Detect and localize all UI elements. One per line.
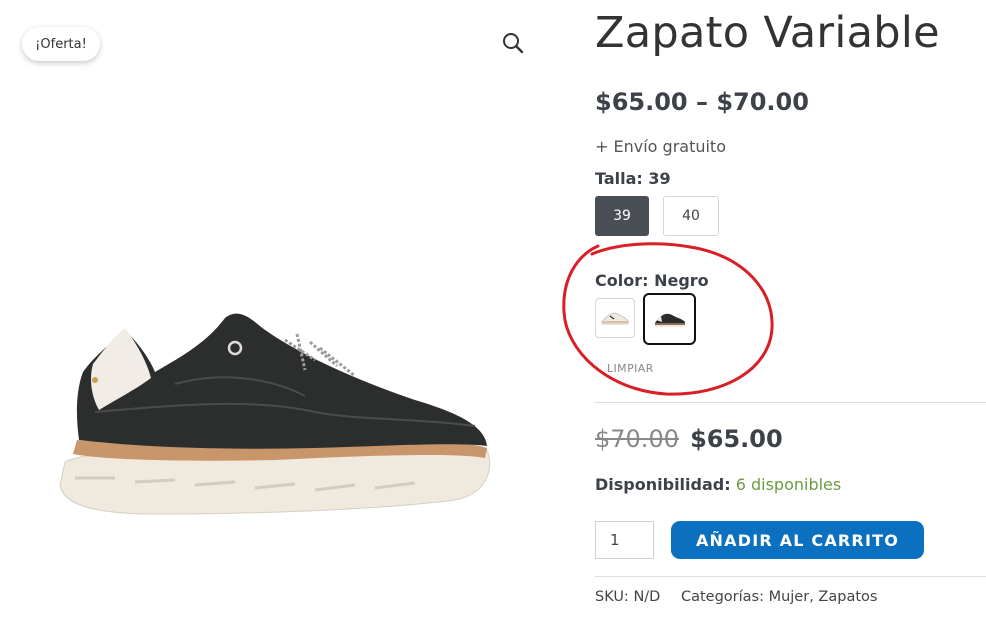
categories-block: Categorías: Mujer, Zapatos [681, 589, 878, 605]
color-attribute-label: Color: Negro [595, 271, 709, 290]
product-title: Zapato Variable [595, 8, 940, 58]
availability-label: Disponibilidad: [595, 475, 731, 494]
black-shoe-thumbnail-icon [654, 313, 685, 327]
size-option-40[interactable]: 40 [663, 196, 719, 236]
color-swatch-black[interactable] [643, 293, 696, 345]
quantity-input[interactable] [595, 521, 654, 559]
size-label-prefix: Talla: [595, 169, 643, 188]
divider [595, 402, 986, 403]
size-attribute-label: Talla: 39 [595, 169, 671, 188]
free-shipping-note: + Envío gratuito [595, 137, 726, 156]
category-link-mujer[interactable]: Mujer [769, 589, 810, 605]
size-selected-value: 39 [648, 169, 671, 188]
add-to-cart-button[interactable]: AÑADIR AL CARRITO [671, 521, 924, 559]
divider [595, 576, 986, 577]
sku-label: SKU: [595, 589, 629, 605]
cream-shoe-thumbnail-icon [601, 312, 629, 325]
product-gallery: ¡Oferta! [0, 0, 560, 623]
sale-price: $65.00 [690, 425, 783, 453]
price-range: $65.00 – $70.00 [595, 88, 809, 116]
product-summary: Zapato Variable $65.00 – $70.00 + Envío … [595, 0, 986, 623]
regular-price: $70.00 [595, 425, 679, 453]
zoom-search-icon[interactable] [500, 30, 526, 56]
product-image-black-sneaker[interactable] [55, 300, 495, 530]
sku-block: SKU: N/D [595, 589, 665, 605]
categories-label: Categorías: [680, 589, 764, 605]
size-option-39[interactable]: 39 [595, 196, 649, 236]
clear-selection-link[interactable]: LIMPIAR [607, 362, 654, 375]
category-link-zapatos[interactable]: Zapatos [818, 589, 877, 605]
availability-value: 6 disponibles [735, 475, 842, 494]
product-meta: SKU: N/D Categorías: Mujer, Zapatos [595, 589, 877, 605]
color-selected-value: Negro [654, 271, 709, 290]
color-label-prefix: Color: [595, 271, 649, 290]
availability: Disponibilidad: 6 disponibles [595, 475, 841, 494]
sale-badge: ¡Oferta! [22, 27, 100, 61]
variant-price: $70.00 $65.00 [595, 425, 783, 453]
color-swatch-cream[interactable] [595, 298, 635, 338]
sku-value: N/D [633, 589, 661, 605]
